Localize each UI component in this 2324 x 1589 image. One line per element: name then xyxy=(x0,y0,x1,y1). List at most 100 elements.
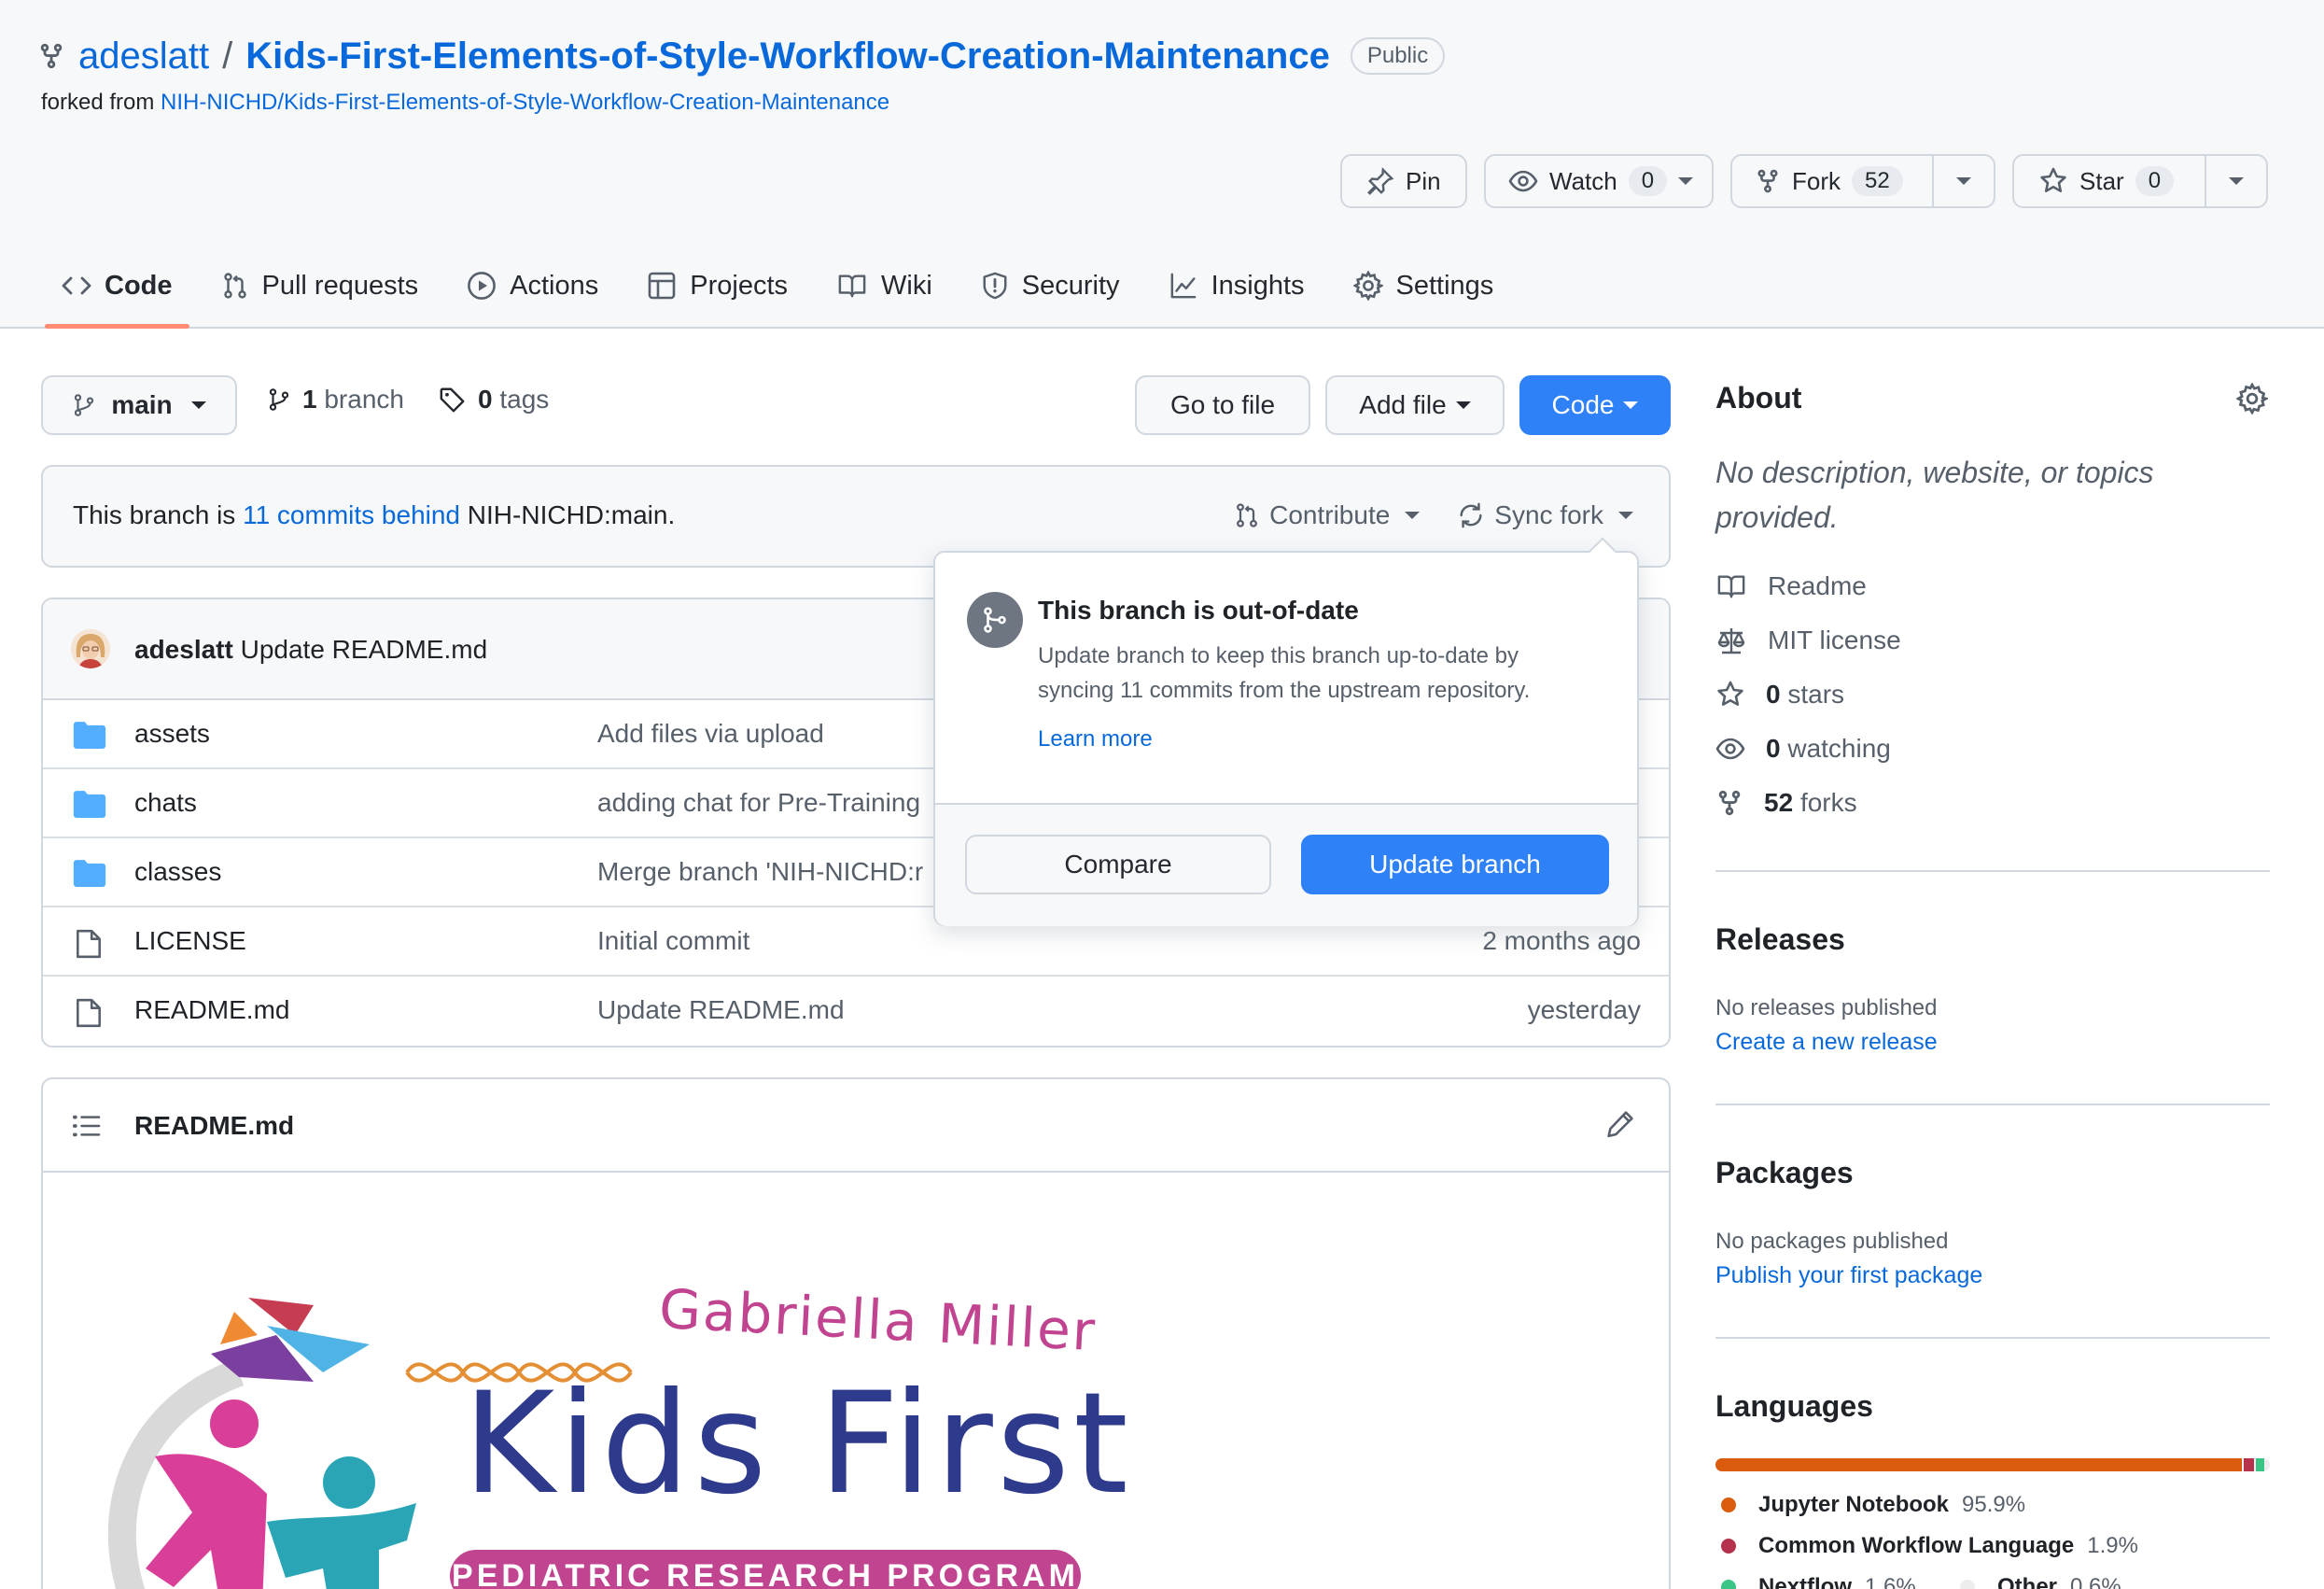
code-button-label: Code xyxy=(1551,390,1615,419)
tab-code-label: Code xyxy=(105,270,173,301)
watch-button[interactable]: Watch 0 xyxy=(1484,154,1714,208)
chevron-down-icon xyxy=(2229,177,2244,185)
popover-body: Update branch to keep this branch up-to-… xyxy=(1038,643,1531,703)
code-button[interactable]: Code xyxy=(1519,375,1671,435)
list-unordered-icon[interactable] xyxy=(73,1113,101,1139)
upstream-branch: NIH-NICHD:main. xyxy=(467,500,676,529)
packages-heading[interactable]: Packages xyxy=(1715,1156,1854,1190)
sync-icon xyxy=(1460,502,1482,528)
chevron-down-icon xyxy=(1455,401,1471,409)
file-name[interactable]: assets xyxy=(134,719,210,749)
language-bar xyxy=(1715,1458,2270,1471)
graph-icon xyxy=(1170,273,1196,299)
sync-fork-popover: This branch is out-of-date Update branch… xyxy=(933,537,1639,926)
popover-title: This branch is out-of-date xyxy=(1038,596,1359,625)
book-icon xyxy=(1717,575,1745,598)
language-bar-segment xyxy=(1715,1458,2242,1471)
tab-actions[interactable]: Actions xyxy=(442,252,623,319)
repo-path-separator: / xyxy=(222,35,233,77)
file-commit-message[interactable]: Initial commit xyxy=(597,926,749,956)
commit-message[interactable]: Update README.md xyxy=(241,635,488,664)
tab-insights-label: Insights xyxy=(1211,270,1305,301)
branch-count-label: branch xyxy=(324,385,404,414)
file-commit-message[interactable]: Update README.md xyxy=(597,995,845,1025)
tab-wiki[interactable]: Wiki xyxy=(812,252,957,319)
language-percent: 95.9% xyxy=(1962,1492,2026,1517)
learn-more-link[interactable]: Learn more xyxy=(1038,726,1153,752)
branches-link[interactable]: 1 branch xyxy=(267,385,404,415)
tab-code[interactable]: Code xyxy=(37,252,197,329)
language-bar-segment xyxy=(2266,1458,2270,1471)
commit-author[interactable]: adeslatt xyxy=(134,635,233,664)
git-pull-request-icon xyxy=(1237,503,1258,527)
repo-name-link[interactable]: Kids-First-Elements-of-Style-Workflow-Cr… xyxy=(245,35,1330,77)
forked-from: forked from NIH-NICHD/Kids-First-Element… xyxy=(41,90,889,116)
sync-fork-button[interactable]: Sync fork xyxy=(1457,500,1633,530)
compare-button[interactable]: Compare xyxy=(965,835,1271,894)
tags-link[interactable]: 0 tags xyxy=(439,385,549,415)
visibility-badge: Public xyxy=(1350,37,1446,75)
law-icon xyxy=(1717,628,1745,654)
file-commit-message[interactable]: Add files via upload xyxy=(597,719,824,749)
add-file-label: Add file xyxy=(1359,390,1447,419)
commits-behind-link[interactable]: 11 commits behind xyxy=(243,500,460,529)
book-icon xyxy=(838,274,866,298)
language-item[interactable]: Jupyter Notebook 95.9% xyxy=(1721,1492,2025,1518)
stars-count: 0 xyxy=(1766,680,1781,709)
tab-settings[interactable]: Settings xyxy=(1329,252,1519,319)
publish-package-link[interactable]: Publish your first package xyxy=(1715,1262,1982,1289)
fork-button[interactable]: Fork 52 xyxy=(1732,156,1925,206)
no-releases-text: No releases published xyxy=(1715,995,1938,1020)
pencil-icon[interactable] xyxy=(1605,1109,1635,1139)
language-item[interactable]: Common Workflow Language 1.9% xyxy=(1721,1533,2138,1559)
contribute-label: Contribute xyxy=(1269,500,1391,529)
file-name[interactable]: chats xyxy=(134,788,197,818)
language-item[interactable]: Other 0.6% xyxy=(1960,1574,2121,1589)
releases-heading[interactable]: Releases xyxy=(1715,922,1845,957)
folder-icon xyxy=(73,722,106,749)
branch-status-message: This branch is 11 commits behind NIH-NIC… xyxy=(73,500,675,530)
tab-actions-label: Actions xyxy=(510,270,599,301)
kids-first-logo: Gabriella Miller Kids First PEDIATRIC RE… xyxy=(99,1270,1128,1589)
file-name[interactable]: LICENSE xyxy=(134,926,246,956)
tab-projects[interactable]: Projects xyxy=(623,252,812,319)
play-icon xyxy=(468,272,497,300)
update-branch-button[interactable]: Update branch xyxy=(1301,835,1609,894)
git-branch-icon xyxy=(269,388,289,411)
tab-insights[interactable]: Insights xyxy=(1144,252,1329,319)
file-row-readme[interactable]: README.md Update README.md yesterday xyxy=(43,977,1669,1046)
stars-link[interactable]: 0 stars xyxy=(1715,680,1844,710)
branch-selector[interactable]: main xyxy=(41,375,237,435)
star-dropdown-button[interactable] xyxy=(2205,156,2266,206)
contribute-button[interactable]: Contribute xyxy=(1234,500,1421,530)
license-link[interactable]: MIT license xyxy=(1715,626,1901,655)
sync-fork-label: Sync fork xyxy=(1494,500,1603,529)
forked-from-link[interactable]: NIH-NICHD/Kids-First-Elements-of-Style-W… xyxy=(161,90,889,115)
forks-link[interactable]: 52 forks xyxy=(1715,788,1857,818)
tab-security[interactable]: Security xyxy=(957,252,1144,319)
star-button[interactable]: Star 0 xyxy=(2014,156,2198,206)
repo-owner-link[interactable]: adeslatt xyxy=(78,35,209,77)
chevron-down-icon xyxy=(1405,512,1421,519)
file-commit-date: 2 months ago xyxy=(1482,926,1641,955)
go-to-file-button[interactable]: Go to file xyxy=(1135,375,1310,435)
fork-dropdown-button[interactable] xyxy=(1932,156,1994,206)
go-to-file-label: Go to file xyxy=(1169,390,1276,419)
file-name[interactable]: classes xyxy=(134,857,221,887)
file-name[interactable]: README.md xyxy=(134,995,289,1025)
language-item[interactable]: Nextflow 1.6% xyxy=(1721,1574,1916,1589)
tab-pull-requests[interactable]: Pull requests xyxy=(197,252,443,319)
language-name: Common Workflow Language xyxy=(1758,1533,2075,1558)
create-release-link[interactable]: Create a new release xyxy=(1715,1029,1938,1056)
gear-icon[interactable] xyxy=(2236,383,2268,415)
watching-link[interactable]: 0 watching xyxy=(1715,734,1891,764)
branch-status-actions: Contribute Sync fork xyxy=(1234,500,1633,530)
language-percent: 1.9% xyxy=(2087,1533,2138,1558)
table-icon xyxy=(648,272,676,300)
add-file-button[interactable]: Add file xyxy=(1325,375,1505,435)
file-commit-message[interactable]: adding chat for Pre-Training xyxy=(597,788,920,818)
avatar[interactable] xyxy=(71,629,110,668)
readme-link[interactable]: Readme xyxy=(1715,571,1867,601)
pin-button[interactable]: Pin xyxy=(1340,154,1467,208)
file-commit-message[interactable]: Merge branch 'NIH-NICHD:r xyxy=(597,857,923,887)
